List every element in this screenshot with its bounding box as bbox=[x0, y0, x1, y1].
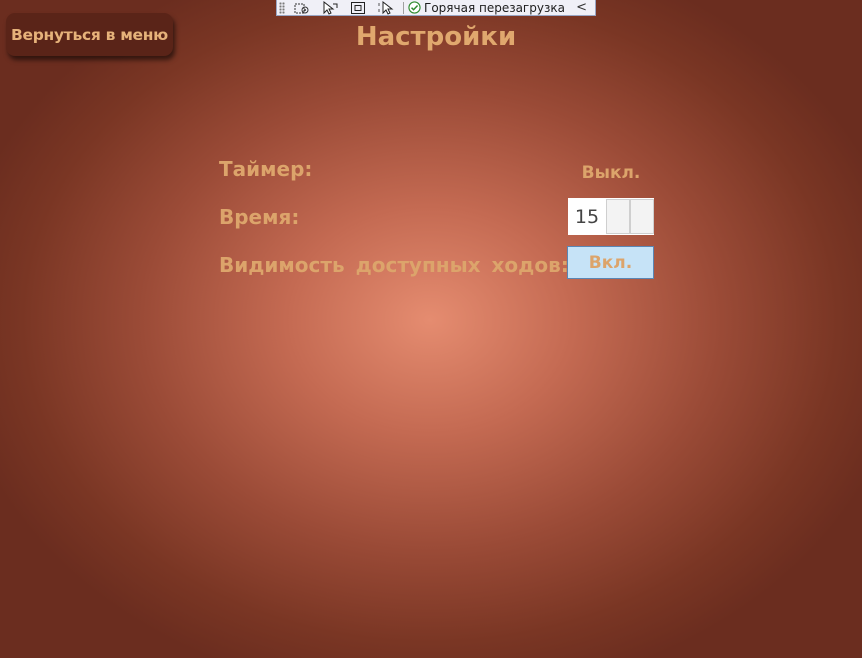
hot-reload-label: Горячая перезагрузка bbox=[424, 0, 565, 15]
preview-selection-icon[interactable] bbox=[375, 0, 397, 16]
page-title: Настройки bbox=[355, 22, 517, 52]
collapse-toolbar-chevron-icon[interactable]: < bbox=[576, 0, 587, 15]
xaml-debug-toolbar: Горячая перезагрузка < bbox=[276, 0, 596, 16]
check-circle-icon bbox=[408, 1, 421, 14]
display-layout-adorners-icon[interactable] bbox=[319, 0, 341, 16]
time-label: Время: bbox=[219, 205, 300, 229]
time-increase-button[interactable] bbox=[630, 199, 654, 234]
hot-reload-status[interactable]: Горячая перезагрузка bbox=[408, 0, 565, 16]
time-value[interactable]: 15 bbox=[568, 198, 606, 235]
track-focus-icon[interactable] bbox=[347, 0, 369, 16]
moves-visibility-label: Видимость доступных ходов: bbox=[219, 253, 569, 277]
toolbar-grip-icon[interactable] bbox=[279, 1, 285, 14]
select-element-icon[interactable] bbox=[291, 0, 313, 16]
time-stepper[interactable]: 15 bbox=[568, 198, 654, 235]
toolbar-separator bbox=[403, 1, 404, 14]
timer-label: Таймер: bbox=[219, 157, 313, 181]
time-decrease-button[interactable] bbox=[606, 199, 630, 234]
timer-toggle-button[interactable]: Выкл. bbox=[568, 158, 654, 188]
moves-visibility-toggle-button[interactable]: Вкл. bbox=[567, 246, 654, 279]
